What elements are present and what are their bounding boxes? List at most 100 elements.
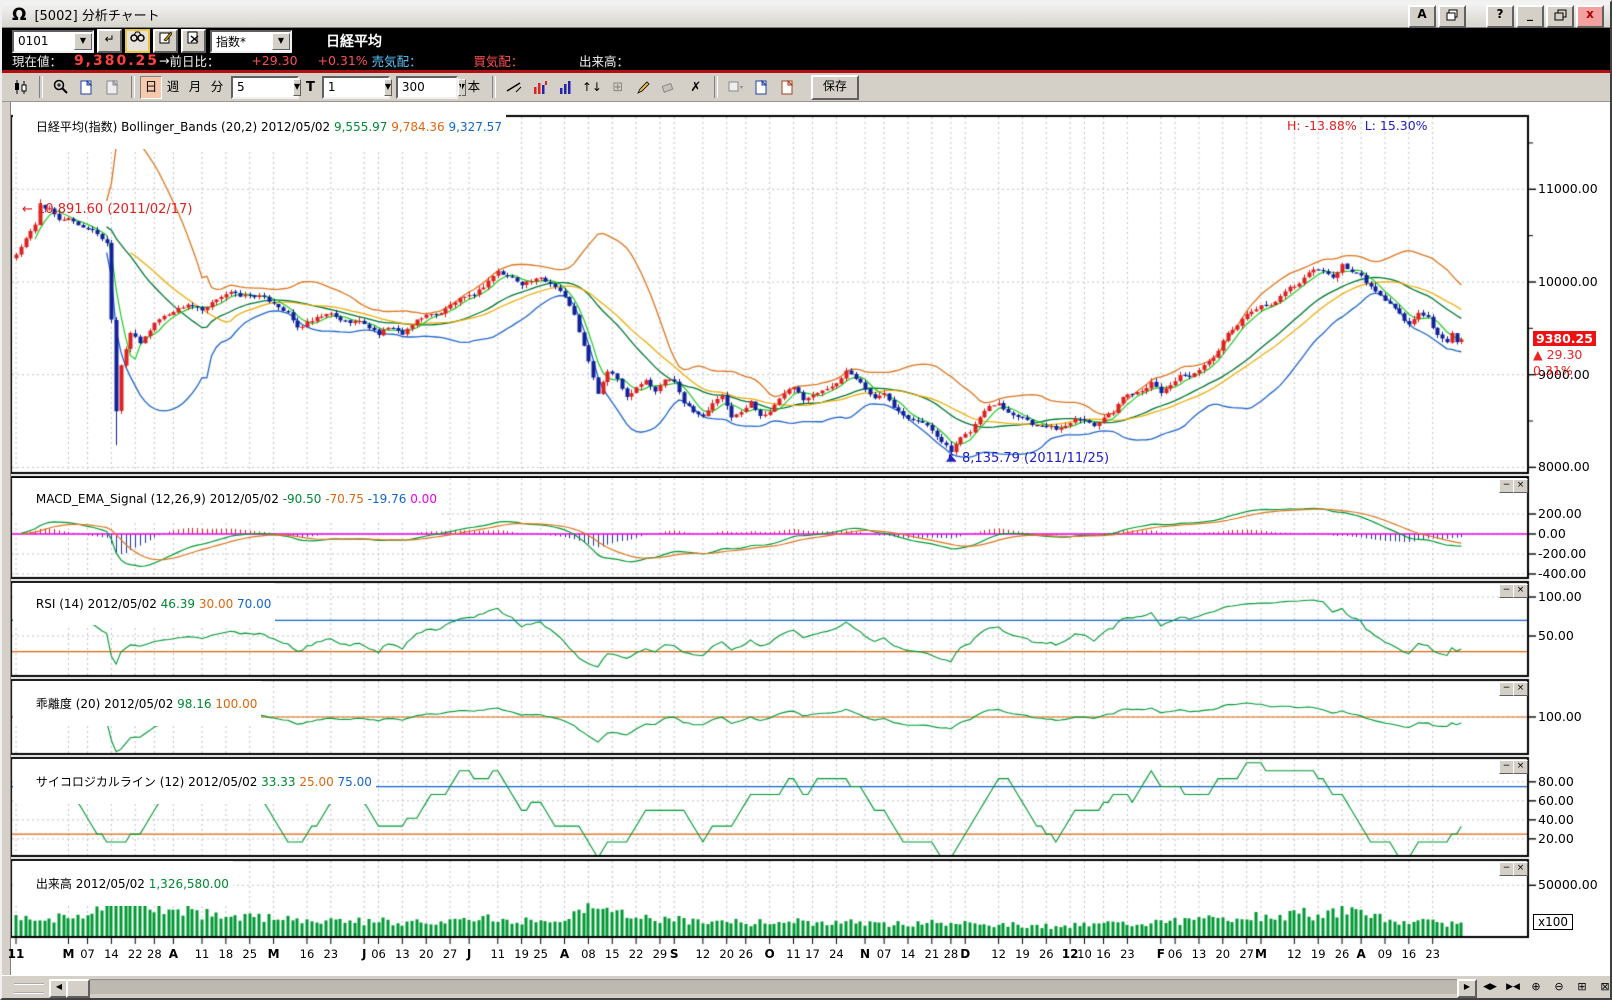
x-axis-label: 12	[991, 947, 1006, 961]
chevron-down-icon[interactable]: ▼	[272, 32, 290, 50]
scroll-right-button[interactable]: ▶	[1457, 979, 1477, 998]
x-axis-label: 23	[1120, 947, 1135, 961]
scrollbar-thumb[interactable]	[66, 979, 90, 998]
x-axis-label: 12	[1061, 947, 1079, 961]
symbol-code-combo[interactable]: 0101 ▼	[12, 29, 94, 53]
panel-minimize-button[interactable]: −	[1499, 479, 1514, 493]
chevron-down-icon[interactable]: ▼	[293, 78, 302, 96]
compress-bars-button[interactable]: ▶◀	[1502, 979, 1524, 997]
scrollbar-track[interactable]	[49, 979, 1473, 994]
x-axis-label: M	[1254, 947, 1267, 961]
window-layout-icon[interactable]	[722, 74, 749, 100]
x-axis-label: 28	[147, 947, 162, 961]
zoom-out-button[interactable]: ⊖	[1548, 979, 1570, 997]
x-axis-label: A	[168, 947, 179, 961]
minimize-button[interactable]: _	[1516, 5, 1544, 28]
enter-button[interactable]: ↵	[97, 29, 122, 53]
panel-close-button[interactable]: ×	[1513, 584, 1528, 598]
save-button[interactable]: 保存	[810, 74, 859, 100]
x-axis-label: 14	[104, 947, 119, 961]
period-month-button[interactable]: 月	[184, 75, 206, 99]
x-axis-label: 28	[943, 947, 959, 961]
period-week-button[interactable]: 週	[162, 75, 184, 99]
x-axis-label: 23	[1425, 947, 1441, 961]
eraser-icon[interactable]	[656, 74, 683, 100]
y-axis-label: 11000.00	[1538, 181, 1598, 197]
x-axis-label: 16	[1401, 947, 1417, 961]
grid-table-icon[interactable]: ⊞	[604, 74, 631, 100]
current-price-value: 9,380.25	[73, 52, 160, 69]
volume-panel-label: 出来高 2012/05/02 1,326,580.00	[13, 861, 233, 906]
x-axis-label: 09	[1377, 947, 1393, 961]
panel-minimize-button[interactable]: −	[1499, 862, 1514, 876]
title-bar[interactable]: Ω [5002] 分析チャート A ? _ x	[2, 2, 1610, 28]
unit-combo[interactable]: 5 ▼	[231, 75, 302, 99]
bars-suffix-button[interactable]: 本	[460, 75, 487, 99]
psych-panel-label: サイコロジカルライン (12) 2012/05/02 33.33 25.00 7…	[13, 759, 376, 804]
y-axis-label: 10000.00	[1538, 273, 1598, 289]
panel-close-button[interactable]: ×	[1513, 760, 1528, 774]
panel-minimize-button[interactable]: −	[1499, 584, 1514, 598]
x-axis-label: 24	[829, 947, 844, 961]
x-axis-label: 23	[323, 947, 339, 961]
resize-grip[interactable]	[14, 983, 44, 994]
multiplier-combo[interactable]: 1 ▼	[321, 75, 393, 99]
panel-close-button[interactable]: ×	[1513, 862, 1528, 876]
page-next-icon[interactable]	[774, 74, 801, 100]
chart-area[interactable]: 日経平均(指数) Bollinger_Bands (20,2) 2012/05/…	[2, 102, 1610, 976]
chart-toolbar: 日 週 月 分 5 ▼ T 1 ▼ 300 ▼ 本 ↑↓ ⊞ ✗ 保存	[2, 73, 1610, 102]
chevron-down-icon[interactable]: ▼	[74, 32, 92, 50]
x-axis-label: 06	[371, 947, 386, 961]
volume-bars-icon[interactable]	[552, 74, 579, 100]
zoom-search-icon[interactable]	[48, 74, 74, 100]
panel-minimize-button[interactable]: −	[1499, 760, 1514, 774]
x-axis-label: 12	[1287, 947, 1302, 961]
panel-close-button[interactable]: ×	[1513, 682, 1528, 696]
x-axis-label: 26	[738, 947, 754, 961]
page-prev-icon[interactable]	[748, 74, 775, 100]
memo-edit-button[interactable]	[153, 29, 178, 53]
period-minute-button[interactable]: 分	[206, 75, 228, 99]
font-button[interactable]: A	[1408, 5, 1436, 28]
close-chart-button[interactable]: ⊠	[1594, 979, 1610, 997]
help-button[interactable]: ?	[1486, 5, 1514, 28]
sort-arrows-icon[interactable]: ↑↓	[578, 74, 605, 100]
chevron-down-icon[interactable]: ▼	[383, 78, 393, 96]
x-axis-label: 22	[628, 947, 644, 961]
window-title: [5002] 分析チャート	[34, 9, 160, 24]
symbol-type-combo[interactable]: 指数* ▼	[210, 29, 292, 53]
copy-window-button[interactable]	[1438, 5, 1466, 28]
x-axis-label: 16	[1096, 947, 1111, 961]
draw-pencil-icon[interactable]	[630, 74, 657, 100]
layout-grid-button[interactable]: ⊞	[1571, 979, 1593, 997]
period-day-button[interactable]: 日	[140, 75, 162, 99]
bar-count-combo[interactable]: 300 ▼	[395, 75, 467, 99]
y-axis-label: 100.00	[1538, 589, 1582, 605]
x-axis-label: 13	[395, 947, 410, 961]
expand-bars-button[interactable]: ◀▶	[1479, 979, 1501, 997]
trendline-icon[interactable]	[500, 74, 527, 100]
volume-unit-badge: x100	[1533, 914, 1574, 930]
clear-page-button[interactable]	[181, 29, 206, 53]
zoom-in-button[interactable]: ⊕	[1525, 979, 1547, 997]
delete-x-icon[interactable]: ✗	[682, 74, 709, 100]
current-price-label: 現在値：	[12, 54, 63, 69]
x-axis-label: 11	[194, 947, 210, 961]
x-axis-label: 26	[1334, 947, 1350, 961]
left-splitter[interactable]	[2, 102, 11, 976]
new-page-icon[interactable]	[74, 74, 100, 100]
restore-button[interactable]	[1546, 5, 1574, 28]
panel-minimize-button[interactable]: −	[1499, 682, 1514, 696]
x-axis-label: J	[466, 947, 472, 961]
ask-label: 売気配：	[371, 54, 422, 69]
close-button[interactable]: x	[1576, 5, 1604, 28]
copy-page-icon[interactable]	[100, 74, 126, 100]
candlestick-mode-icon[interactable]	[8, 74, 34, 100]
x-axis-label: 11	[786, 947, 801, 961]
compare-bars-icon[interactable]	[526, 74, 553, 100]
chart-canvas[interactable]	[2, 102, 1610, 976]
panel-close-button[interactable]: ×	[1513, 479, 1528, 493]
y-axis-label: 50000.00	[1538, 877, 1598, 893]
search-binoculars-button[interactable]	[125, 29, 150, 53]
main-panel-label: 日経平均(指数) Bollinger_Bands (20,2) 2012/05/…	[13, 104, 506, 149]
